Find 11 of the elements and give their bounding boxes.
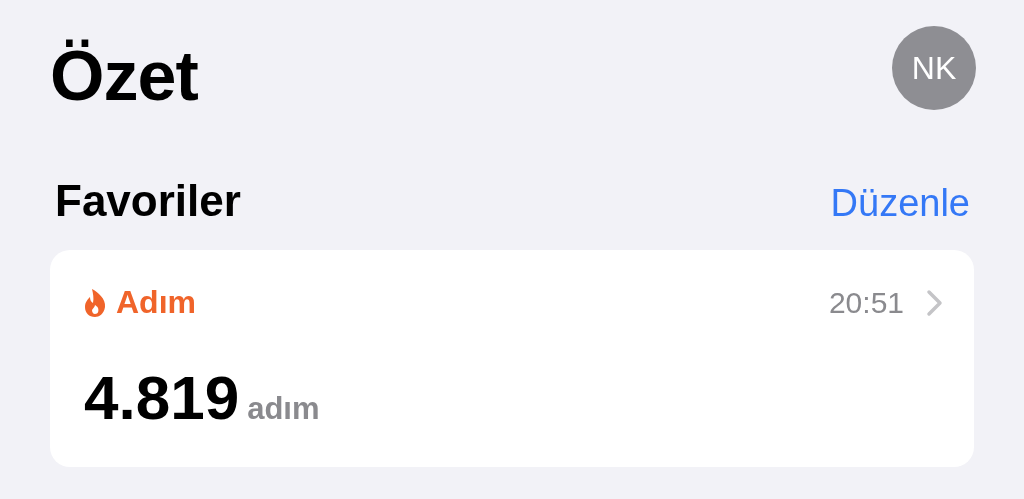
section-title: Favoriler: [55, 176, 241, 226]
flame-icon: [84, 287, 106, 318]
step-count: 4.819: [84, 367, 240, 429]
steps-card[interactable]: Adım 20:51 4.819 adım: [50, 250, 974, 467]
page-title: Özet: [50, 41, 198, 111]
update-time: 20:51: [828, 285, 904, 320]
profile-avatar[interactable]: NK: [892, 26, 976, 110]
chevron-icon: [926, 288, 944, 317]
edit-link[interactable]: Düzenle: [830, 182, 970, 225]
unit-label: adım: [247, 391, 320, 427]
metric-title: Adım: [116, 284, 197, 321]
